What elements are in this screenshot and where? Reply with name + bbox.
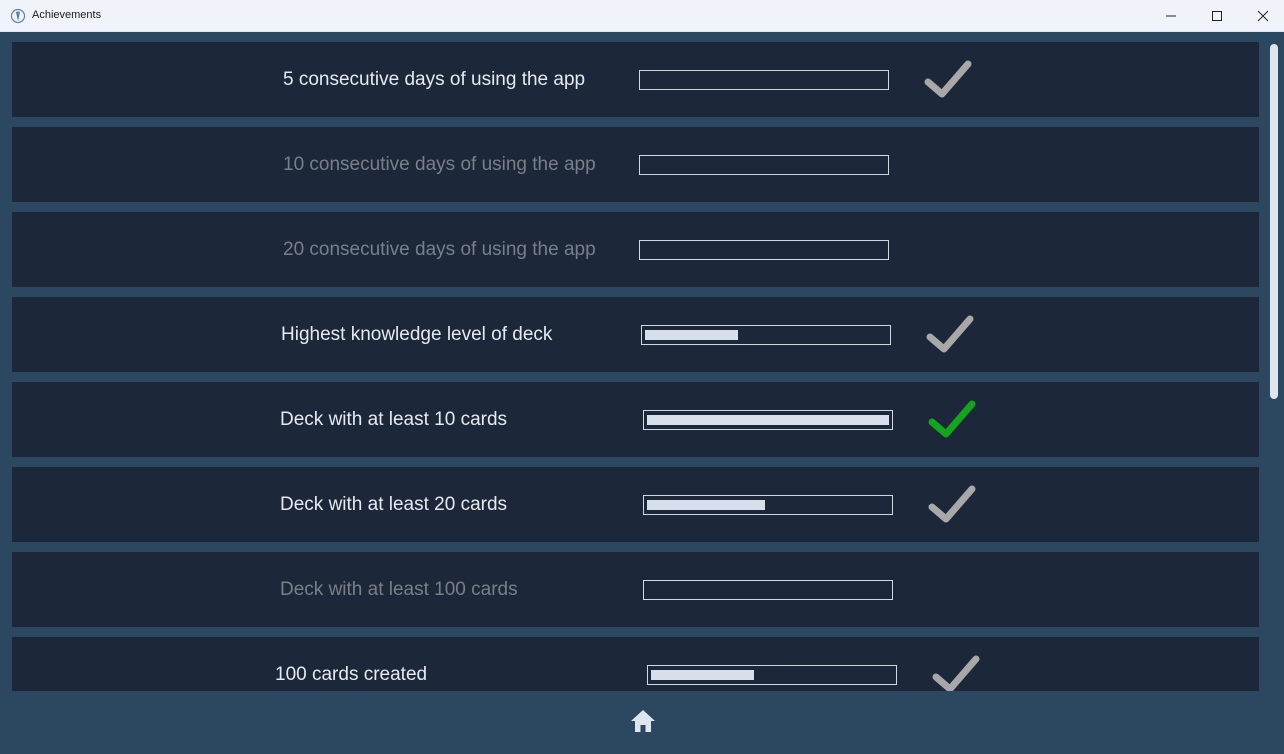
achievement-progress-bar <box>639 240 889 260</box>
achievement-label: Deck with at least 10 cards <box>280 409 508 430</box>
achievement-row: Deck with at least 10 cards <box>12 382 1259 457</box>
achievement-progress-fill <box>647 500 765 510</box>
home-button[interactable] <box>628 707 658 735</box>
achievement-progress-bar <box>639 70 889 90</box>
maximize-button[interactable] <box>1194 0 1240 32</box>
checkmark-icon <box>932 655 980 691</box>
achievement-label: 5 consecutive days of using the app <box>283 69 586 90</box>
achievement-row: 5 consecutive days of using the app <box>12 42 1259 117</box>
title-bar: Achievements <box>0 0 1284 32</box>
achievement-label: 20 consecutive days of using the app <box>283 239 596 260</box>
bottom-bar <box>2 691 1282 752</box>
achievement-progress-fill <box>651 670 754 680</box>
home-icon <box>631 710 655 732</box>
window-title: Achievements <box>32 9 102 21</box>
achievement-label: Deck with at least 100 cards <box>280 579 518 600</box>
achievement-progress-bar <box>647 665 897 685</box>
app-logo-icon <box>10 8 26 24</box>
minimize-icon <box>1166 15 1176 17</box>
minimize-button[interactable] <box>1148 0 1194 32</box>
achievement-row: Highest knowledge level of deck <box>12 297 1259 372</box>
achievement-progress-bar <box>641 325 891 345</box>
achievement-row: Deck with at least 100 cards <box>12 552 1259 627</box>
checkmark-icon <box>924 60 972 98</box>
close-icon <box>1257 10 1269 22</box>
achievements-list-viewport[interactable]: 5 consecutive days of using the app 10 c… <box>2 33 1282 691</box>
vertical-scrollbar[interactable] <box>1270 44 1278 399</box>
achievement-row: 100 cards created <box>12 637 1259 691</box>
achievement-progress-bar <box>643 580 893 600</box>
achievement-progress-fill <box>647 415 889 425</box>
achievement-progress-bar <box>643 495 893 515</box>
checkmark-icon <box>928 400 976 438</box>
achievement-label: 10 consecutive days of using the app <box>283 154 596 175</box>
achievement-label: Deck with at least 20 cards <box>280 494 508 515</box>
achievement-row: 10 consecutive days of using the app <box>12 127 1259 202</box>
achievement-label: Highest knowledge level of deck <box>281 324 553 345</box>
achievement-progress-bar <box>643 410 893 430</box>
maximize-icon <box>1212 11 1222 21</box>
achievement-row: Deck with at least 20 cards <box>12 467 1259 542</box>
checkmark-icon <box>928 485 976 523</box>
achievement-progress-bar <box>639 155 889 175</box>
checkmark-icon <box>926 315 974 353</box>
close-button[interactable] <box>1240 0 1284 32</box>
achievement-row: 20 consecutive days of using the app <box>12 212 1259 287</box>
achievement-progress-fill <box>645 330 738 340</box>
achievement-label: 100 cards created <box>275 664 428 685</box>
